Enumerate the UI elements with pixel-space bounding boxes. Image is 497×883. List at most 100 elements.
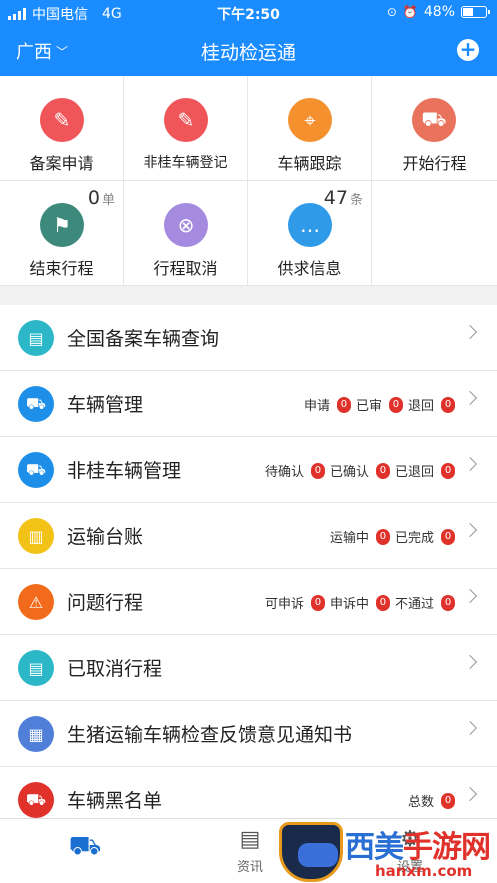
truck-app-icon: ⛟ <box>68 831 102 861</box>
count-badge: 0 <box>441 594 455 611</box>
truck-icon: ⛟ <box>412 98 456 142</box>
count-badge: 0 <box>310 594 325 611</box>
truck-blocked-icon: ⛟ <box>18 782 54 818</box>
gamepad-icon <box>298 843 338 867</box>
status-counts: 运输中 0 已完成 0 <box>330 527 455 546</box>
grid-item-label: 结束行程 <box>29 259 94 278</box>
list-item-label: 已取消行程 <box>67 658 163 680</box>
edit-icon: ✎ <box>40 98 84 142</box>
count-badge: 0 <box>375 594 390 611</box>
status-bar: 中国电信 4G 下午2:50 ⊙ ⏰ 48% <box>0 0 497 26</box>
stat-label: 可申诉 <box>264 597 304 612</box>
watermark-title: 西美手游网 <box>345 822 491 866</box>
count-badge: 0 <box>388 396 403 413</box>
battery-icon <box>461 6 490 18</box>
status-counts: 总数 0 <box>408 791 455 810</box>
count-unit: 条 <box>349 193 363 208</box>
watermark: 西美手游网 hanxm.com <box>275 820 497 883</box>
stat-label: 待确认 <box>264 465 304 480</box>
function-grid: ✎ 备案申请 ✎ 非桂车辆登记 ⌖ 车辆跟踪 ⛟ 开始行程 0 单 ⚑ 结束行程… <box>0 76 497 286</box>
grid-item-trip-cancel[interactable]: ⊗ 行程取消 <box>124 181 248 286</box>
stat-label: 不通过 <box>394 597 434 612</box>
list-item-national-vehicle-query[interactable]: ▤ 全国备案车辆查询 <box>0 305 497 371</box>
grid-empty-cell <box>372 181 497 286</box>
grid-item-label: 行程取消 <box>153 259 218 278</box>
truck-gear-icon: ⛟ <box>18 386 54 422</box>
grid-item-label: 车辆跟踪 <box>277 154 342 173</box>
count-badge: 0 单 <box>88 187 115 209</box>
grid-item-nongx-register[interactable]: ✎ 非桂车辆登记 <box>124 76 248 181</box>
chat-bubble-icon: … <box>288 203 332 247</box>
ledger-icon: ▥ <box>18 518 54 554</box>
count-badge: 0 <box>441 462 455 479</box>
chevron-right-icon <box>462 390 478 406</box>
stat-label: 已确认 <box>329 465 369 480</box>
tab-home[interactable]: ⛟ <box>30 819 140 883</box>
add-button[interactable]: + <box>457 39 479 61</box>
count-badge: 0 <box>441 396 455 413</box>
nav-bar: 广西 ﹀ 桂动检运通 + <box>0 26 497 76</box>
stat-label: 已完成 <box>394 531 434 546</box>
chevron-right-icon <box>462 588 478 604</box>
grid-item-supply-demand[interactable]: 47 条 … 供求信息 <box>248 181 372 286</box>
document-icon: ▦ <box>18 716 54 752</box>
list-item-transport-ledger[interactable]: ▥ 运输台账 运输中 0 已完成 0 <box>0 503 497 569</box>
status-counts: 可申诉 0 申诉中 0 不通过 0 <box>265 593 455 612</box>
alarm-icon: ⏰ <box>402 5 418 19</box>
chevron-right-icon <box>462 456 478 472</box>
stat-label: 申诉中 <box>329 597 369 612</box>
count-unit: 单 <box>101 193 115 208</box>
list-item-label: 运输台账 <box>67 526 144 548</box>
grid-item-label: 供求信息 <box>277 259 342 278</box>
cancel-flag-icon: ⊗ <box>164 203 208 247</box>
list-item-label: 生猪运输车辆检查反馈意见通知书 <box>67 724 353 746</box>
list-item-label: 全国备案车辆查询 <box>67 328 220 350</box>
status-right: ⊙ ⏰ 48% <box>386 4 490 20</box>
grid-item-registration-apply[interactable]: ✎ 备案申请 <box>0 76 124 181</box>
grid-item-vehicle-tracking[interactable]: ⌖ 车辆跟踪 <box>248 76 372 181</box>
route-warning-icon: ⚠ <box>18 584 54 620</box>
chevron-right-icon <box>462 654 478 670</box>
document-clock-icon: ▤ <box>18 650 54 686</box>
watermark-title-b: 手游网 <box>403 830 491 865</box>
chevron-right-icon <box>462 324 478 340</box>
count-value: 47 <box>323 187 348 209</box>
grid-item-end-trip[interactable]: 0 单 ⚑ 结束行程 <box>0 181 124 286</box>
document-clock-icon: ▤ <box>18 320 54 356</box>
page-title: 桂动检运通 <box>200 42 296 64</box>
grid-item-label: 开始行程 <box>402 154 467 173</box>
list-item-label: 车辆管理 <box>67 394 144 416</box>
battery-percent: 48% <box>423 4 455 20</box>
stat-label: 已退回 <box>394 465 434 480</box>
stat-label: 总数 <box>407 795 434 810</box>
signpost-icon: ⚑ <box>40 203 84 247</box>
count-badge: 0 <box>441 528 455 545</box>
stat-label: 退回 <box>407 399 434 414</box>
menu-list: ▤ 全国备案车辆查询 ⛟ 车辆管理 申请 0 已审 0 退回 0 ⛟ 非桂车辆管理 待… <box>0 305 497 833</box>
watermark-logo <box>279 822 343 882</box>
list-item-label: 问题行程 <box>67 592 144 614</box>
list-item-nongx-vehicle-management[interactable]: ⛟ 非桂车辆管理 待确认 0 已确认 0 已退回 0 <box>0 437 497 503</box>
status-counts: 待确认 0 已确认 0 已退回 0 <box>265 461 455 480</box>
count-badge: 0 <box>336 396 351 413</box>
stat-label: 申请 <box>303 399 330 414</box>
list-item-label: 车辆黑名单 <box>67 790 163 812</box>
status-counts: 申请 0 已审 0 退回 0 <box>304 395 455 414</box>
list-item-label: 非桂车辆管理 <box>67 460 182 482</box>
count-badge: 0 <box>375 462 390 479</box>
list-item-cancelled-trips[interactable]: ▤ 已取消行程 <box>0 635 497 701</box>
list-item-pig-transport-notice[interactable]: ▦ 生猪运输车辆检查反馈意见通知书 <box>0 701 497 767</box>
grid-item-label: 非桂车辆登记 <box>143 155 228 171</box>
watermark-title-a: 西美 <box>345 830 404 865</box>
list-item-problem-trips[interactable]: ⚠ 问题行程 可申诉 0 申诉中 0 不通过 0 <box>0 569 497 635</box>
grid-item-start-trip[interactable]: ⛟ 开始行程 <box>372 76 497 181</box>
count-badge: 0 <box>375 528 390 545</box>
stat-label: 运输中 <box>329 531 369 546</box>
stat-label: 已审 <box>355 399 382 414</box>
watermark-url: hanxm.com <box>375 862 473 880</box>
lock-rotation-icon: ⊙ <box>386 5 397 19</box>
count-badge: 0 <box>441 792 455 809</box>
list-item-vehicle-management[interactable]: ⛟ 车辆管理 申请 0 已审 0 退回 0 <box>0 371 497 437</box>
grid-item-label: 备案申请 <box>29 154 94 173</box>
count-badge: 47 条 <box>324 187 363 209</box>
